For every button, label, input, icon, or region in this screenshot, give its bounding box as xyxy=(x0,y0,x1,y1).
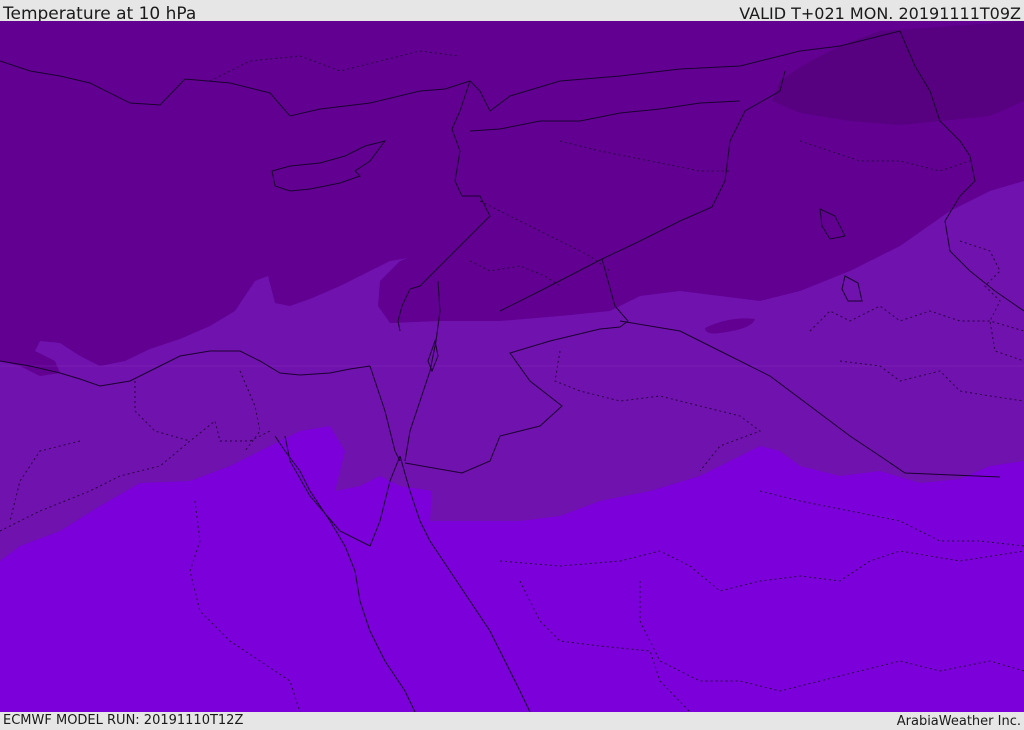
footer-bar: ECMWF MODEL RUN: 20191110T12Z ArabiaWeat… xyxy=(0,712,1024,729)
model-run: ECMWF MODEL RUN: 20191110T12Z xyxy=(3,713,244,728)
map-canvas xyxy=(0,21,1024,712)
temperature-map[interactable] xyxy=(0,21,1024,712)
header-bar: Temperature at 10 hPa VALID T+021 MON. 2… xyxy=(0,0,1024,24)
credit-text: ArabiaWeather Inc. xyxy=(896,714,1021,729)
